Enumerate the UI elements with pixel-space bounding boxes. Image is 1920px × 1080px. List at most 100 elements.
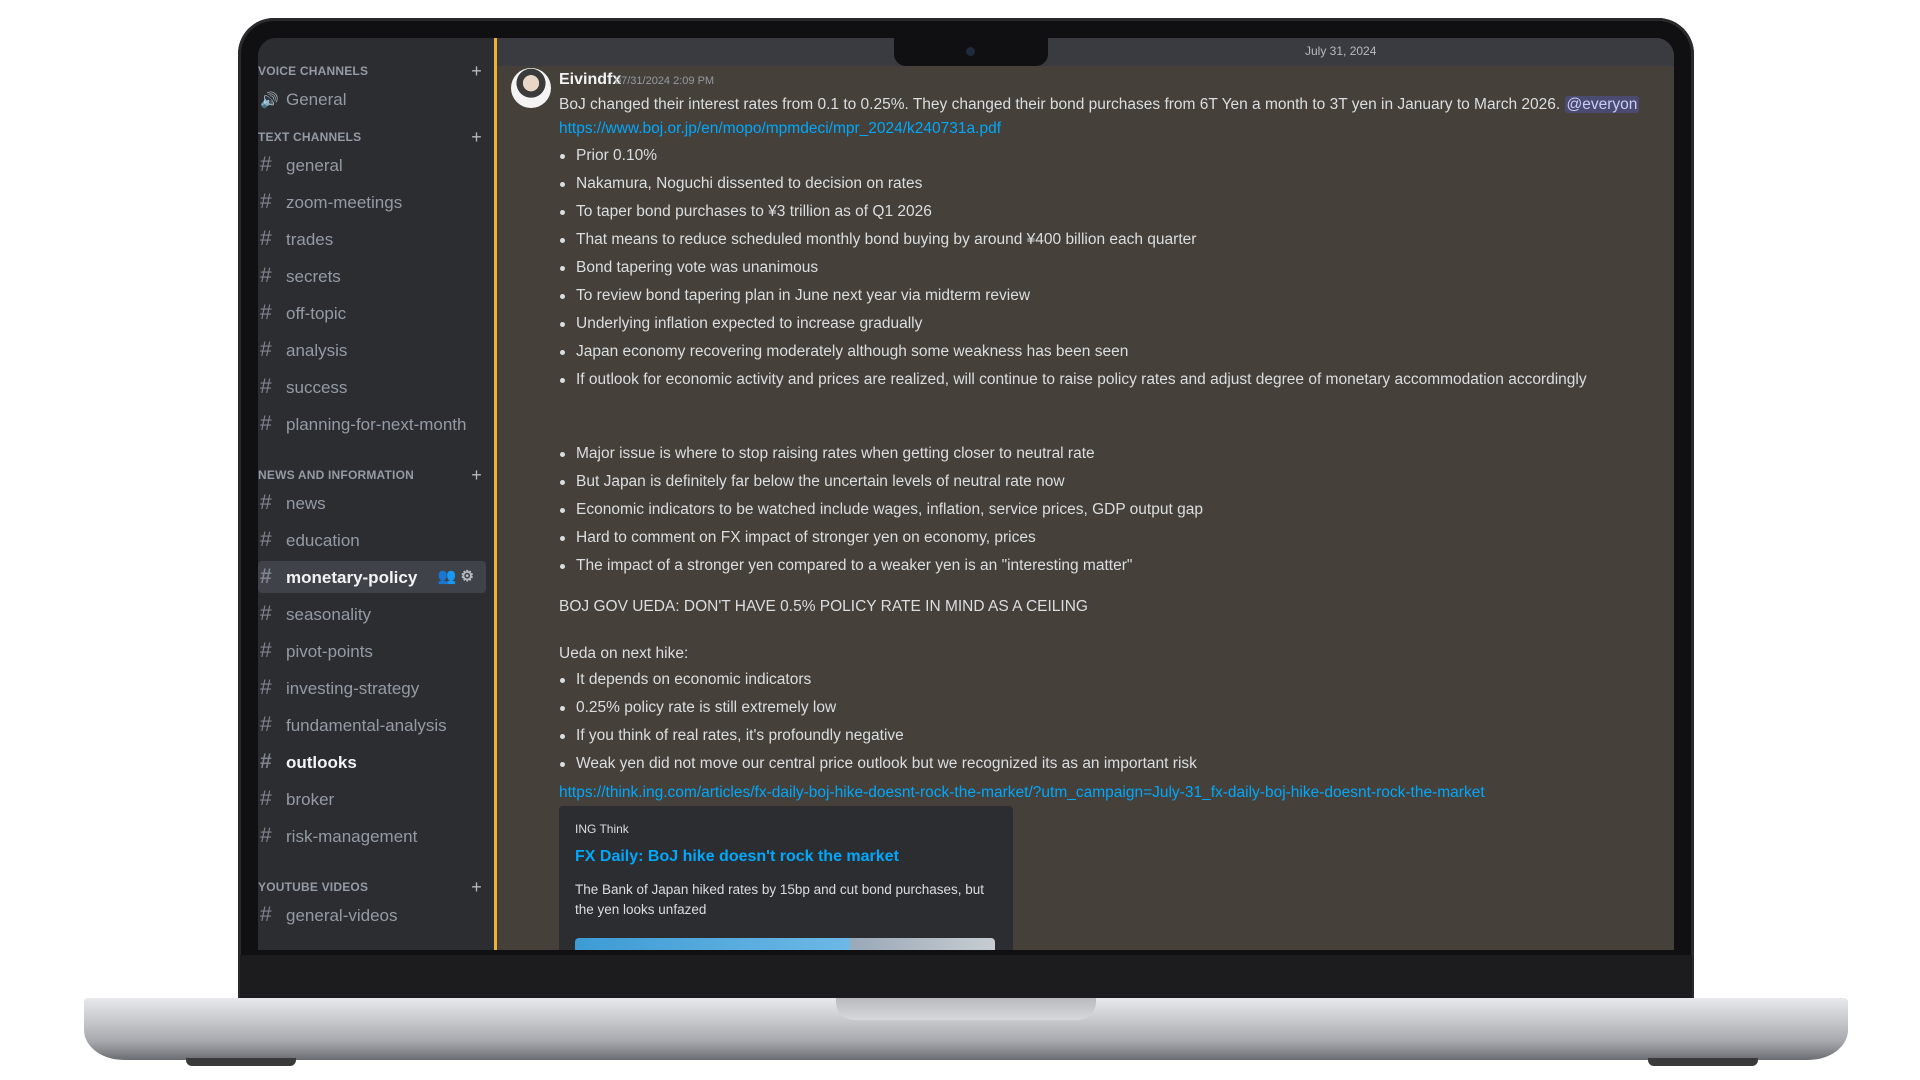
bullet-list-decision: Prior 0.10% Nakamura, Noguchi dissented t… bbox=[559, 142, 1587, 394]
channel-label: General bbox=[286, 90, 347, 109]
avatar[interactable] bbox=[511, 68, 551, 108]
bullet-item: Bond tapering vote was unanimous bbox=[559, 254, 1587, 282]
app-window: VOICE CHANNELS + 🔊 General TEXT CHANNELS … bbox=[258, 38, 1674, 950]
hash-icon: # bbox=[260, 375, 272, 398]
embed-title[interactable]: FX Daily: BoJ hike doesn't rock the mark… bbox=[575, 848, 899, 866]
channel-label: general bbox=[286, 156, 343, 175]
subheading: Ueda on next hike: bbox=[559, 645, 689, 662]
channel-broker[interactable]: # broker bbox=[258, 783, 486, 815]
channel-label: fundamental-analysis bbox=[286, 716, 447, 735]
hash-icon: # bbox=[260, 676, 272, 699]
category-news-and-information[interactable]: NEWS AND INFORMATION + bbox=[258, 465, 482, 488]
hash-icon: # bbox=[260, 824, 272, 847]
bullet-item: Prior 0.10% bbox=[559, 142, 1587, 170]
camera-notch bbox=[894, 38, 1048, 66]
channel-news[interactable]: # news bbox=[258, 487, 486, 519]
bullet-item: To taper bond purchases to ¥3 trillion a… bbox=[559, 198, 1587, 226]
channel-label: success bbox=[286, 378, 348, 397]
message-timestamp: 07/31/2024 2:09 PM bbox=[615, 75, 715, 87]
channel-outlooks[interactable]: # outlooks bbox=[258, 746, 486, 778]
channel-pivot-points[interactable]: # pivot-points bbox=[258, 635, 486, 667]
channel-label: analysis bbox=[286, 341, 348, 360]
category-youtube-videos[interactable]: YOUTUBE VIDEOS + bbox=[258, 877, 482, 900]
category-voice-channels[interactable]: VOICE CHANNELS + bbox=[258, 61, 482, 84]
bullet-item: Weak yen did not move our central price … bbox=[559, 750, 1197, 778]
channel-off-topic[interactable]: # off-topic bbox=[258, 297, 486, 329]
channel-general-videos[interactable]: # general-videos bbox=[258, 899, 486, 931]
channel-zoom-meetings[interactable]: # zoom-meetings bbox=[258, 186, 486, 218]
hash-icon: # bbox=[260, 264, 272, 287]
embed-description: The Bank of Japan hiked rates by 15bp an… bbox=[575, 882, 985, 917]
channel-sidebar: VOICE CHANNELS + 🔊 General TEXT CHANNELS … bbox=[258, 38, 494, 950]
bullet-item: Economic indicators to be watched includ… bbox=[559, 496, 1203, 524]
message-area: July 31, 2024 Eivindfx 07/31/2024 2:09 P… bbox=[494, 38, 1674, 950]
channel-label: outlooks bbox=[286, 753, 357, 772]
channel-risk-management[interactable]: # risk-management bbox=[258, 820, 486, 852]
hash-icon: # bbox=[260, 227, 272, 250]
headline: BOJ GOV UEDA: DON'T HAVE 0.5% POLICY RAT… bbox=[559, 598, 1088, 615]
add-channel-icon[interactable]: + bbox=[471, 127, 482, 148]
channel-label: off-topic bbox=[286, 304, 347, 323]
channel-education[interactable]: # education bbox=[258, 524, 486, 556]
invite-icon[interactable]: 👥 bbox=[438, 568, 461, 585]
hash-icon: # bbox=[260, 787, 272, 810]
channel-secrets[interactable]: # secrets bbox=[258, 260, 486, 292]
category-label: YOUTUBE VIDEOS bbox=[258, 880, 369, 894]
date-divider: July 31, 2024 bbox=[497, 38, 1674, 66]
channel-monetary-policy[interactable]: # monetary-policy 👥⚙ bbox=[258, 561, 486, 593]
channel-label: general-videos bbox=[286, 906, 398, 925]
bullet-item: But Japan is definitely far below the un… bbox=[559, 468, 1203, 496]
ing-article-link[interactable]: https://think.ing.com/articles/fx-daily-… bbox=[559, 784, 1485, 802]
channel-label: monetary-policy bbox=[286, 568, 418, 587]
voice-channel-general[interactable]: 🔊 General bbox=[258, 84, 486, 116]
message-author[interactable]: Eivindfx bbox=[559, 71, 621, 89]
add-channel-icon[interactable]: + bbox=[471, 465, 482, 486]
speaker-icon: 🔊 bbox=[260, 92, 279, 109]
bullet-item: If you think of real rates, it's profoun… bbox=[559, 722, 1197, 750]
add-channel-icon[interactable]: + bbox=[471, 61, 482, 82]
channel-seasonality[interactable]: # seasonality bbox=[258, 598, 486, 630]
hash-icon: # bbox=[260, 639, 272, 662]
bullet-item: If outlook for economic activity and pri… bbox=[559, 366, 1587, 394]
gear-icon[interactable]: ⚙ bbox=[461, 568, 478, 585]
hash-icon: # bbox=[260, 301, 272, 324]
bullet-item: Major issue is where to stop raising rat… bbox=[559, 440, 1203, 468]
hash-icon: # bbox=[260, 491, 272, 514]
hash-icon: # bbox=[260, 412, 272, 435]
add-channel-icon[interactable]: + bbox=[471, 877, 482, 898]
bullet-item: It depends on economic indicators bbox=[559, 666, 1197, 694]
laptop-base-notch bbox=[836, 998, 1096, 1020]
embed-provider[interactable]: ING Think bbox=[575, 822, 629, 836]
hash-icon: # bbox=[260, 338, 272, 361]
hash-icon: # bbox=[260, 903, 272, 926]
channel-analysis[interactable]: # analysis bbox=[258, 334, 486, 366]
channel-label: education bbox=[286, 531, 360, 550]
channel-trades[interactable]: # trades bbox=[258, 223, 486, 255]
hash-icon: # bbox=[260, 528, 272, 551]
hash-icon: # bbox=[260, 565, 272, 588]
channel-label: pivot-points bbox=[286, 642, 373, 661]
channel-tools: 👥⚙ bbox=[438, 561, 478, 593]
bullet-item: Underlying inflation expected to increas… bbox=[559, 310, 1587, 338]
bullet-item: To review bond tapering plan in June nex… bbox=[559, 282, 1587, 310]
channel-success[interactable]: # success bbox=[258, 371, 486, 403]
link-embed: ING Think FX Daily: BoJ hike doesn't roc… bbox=[559, 806, 1013, 950]
channel-label: trades bbox=[286, 230, 334, 249]
channel-label: secrets bbox=[286, 267, 341, 286]
channel-label: planning-for-next-month bbox=[286, 415, 467, 434]
bullet-item: 0.25% policy rate is still extremely low bbox=[559, 694, 1197, 722]
category-text-channels[interactable]: TEXT CHANNELS + bbox=[258, 127, 482, 150]
boj-pdf-link[interactable]: https://www.boj.or.jp/en/mopo/mpmdeci/mp… bbox=[559, 120, 1001, 138]
embed-image[interactable] bbox=[575, 938, 995, 950]
hash-icon: # bbox=[260, 750, 272, 773]
laptop-foot bbox=[186, 1058, 296, 1066]
everyone-mention[interactable]: @everyon bbox=[1564, 96, 1640, 113]
hash-icon: # bbox=[260, 713, 272, 736]
channel-general[interactable]: # general bbox=[258, 149, 486, 181]
channel-planning-for-next-month[interactable]: # planning-for-next-month bbox=[258, 408, 486, 440]
category-label: NEWS AND INFORMATION bbox=[258, 468, 414, 482]
laptop-foot bbox=[1648, 1058, 1758, 1066]
channel-fundamental-analysis[interactable]: # fundamental-analysis bbox=[258, 709, 486, 741]
channel-label: zoom-meetings bbox=[286, 193, 403, 212]
channel-investing-strategy[interactable]: # investing-strategy bbox=[258, 672, 486, 704]
